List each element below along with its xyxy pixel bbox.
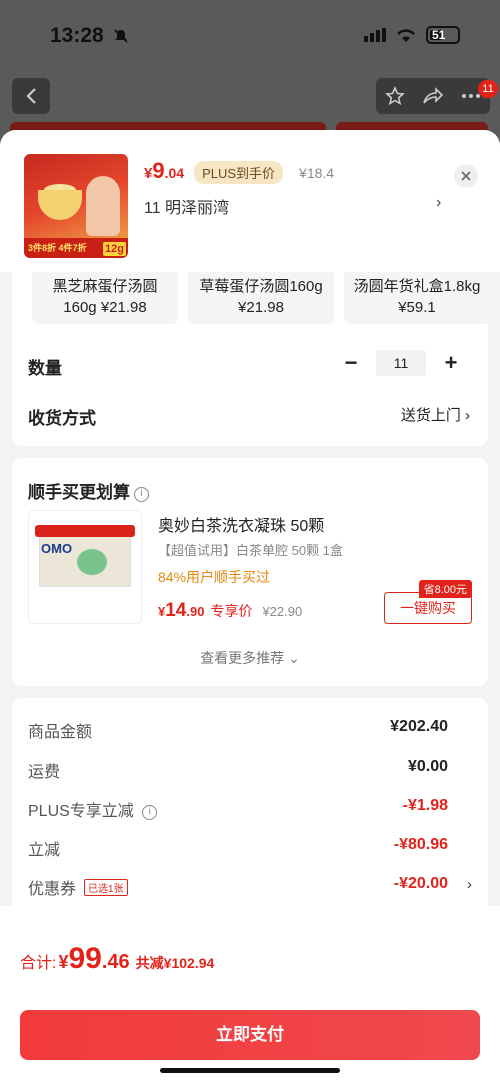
message-badge: 11 xyxy=(478,80,498,98)
pay-now-button[interactable]: 立即支付 xyxy=(20,1010,480,1060)
battery-icon: 51 xyxy=(426,26,460,44)
product-image-tag: 12g xyxy=(103,242,126,256)
increment-button[interactable]: + xyxy=(440,350,462,376)
product-price: ¥ 9 .04 PLUS到手价 ¥18.4 xyxy=(144,158,335,184)
chevron-left-icon xyxy=(26,88,36,104)
decrement-button[interactable]: − xyxy=(340,350,362,376)
status-time: 13:28 xyxy=(50,24,104,47)
original-price: ¥18.4 xyxy=(299,165,335,181)
summary-row: PLUS专享立减 i -¥1.98 xyxy=(28,797,448,820)
chevron-right-icon[interactable]: › xyxy=(467,876,472,893)
info-icon[interactable]: i xyxy=(142,805,158,820)
more-icon[interactable] xyxy=(461,93,481,99)
product-image: 3件8折 4件7折 12g xyxy=(24,154,128,258)
battery-level: 51 xyxy=(432,28,446,42)
coupon-row[interactable]: 优惠券 已选1张 -¥20.00 xyxy=(28,875,448,899)
delivery-label: 收货方式 xyxy=(28,409,96,428)
quantity-stepper: − 11 + xyxy=(340,350,462,376)
chevron-right-icon[interactable]: › xyxy=(436,194,441,212)
close-button[interactable] xyxy=(454,164,478,188)
summary-row: 运费 ¥0.00 xyxy=(28,758,448,781)
signal-icon xyxy=(364,28,386,42)
order-sheet: 3件8折 4件7折 12g ¥ 9 .04 PLUS到手价 ¥18.4 11 明… xyxy=(0,130,500,1083)
price-summary-card: 商品金额 ¥202.40 运费 ¥0.00 PLUS专享立减 i -¥1.98 … xyxy=(12,698,488,918)
back-button[interactable] xyxy=(12,78,50,114)
variant-option[interactable]: 草莓蛋仔汤圆160g ¥21.98 xyxy=(188,272,334,324)
product-header: 3件8折 4件7折 12g ¥ 9 .04 PLUS到手价 ¥18.4 11 明… xyxy=(0,130,500,272)
coupon-tag: 已选1张 xyxy=(84,879,128,896)
share-icon[interactable] xyxy=(422,87,444,105)
summary-row: 商品金额 ¥202.40 xyxy=(28,718,448,741)
recommend-product-name[interactable]: 奥妙白茶洗衣凝珠 50颗 xyxy=(158,512,324,536)
delivery-method[interactable]: 送货上门 › xyxy=(401,404,470,425)
spec-card: 黑芝麻蛋仔汤圆 160g ¥21.98 草莓蛋仔汤圆160g ¥21.98 汤圆… xyxy=(12,272,490,446)
total-savings: 共减¥102.94 xyxy=(135,955,215,971)
info-icon[interactable]: i xyxy=(134,487,149,502)
recommend-price: ¥ 14 .90 专享价 ¥22.90 xyxy=(158,600,303,621)
top-action-group xyxy=(376,78,490,114)
wifi-icon xyxy=(397,28,415,42)
plus-price-badge: PLUS到手价 xyxy=(194,161,284,184)
close-icon xyxy=(461,171,471,181)
summary-row: 立减 -¥80.96 xyxy=(28,836,448,859)
recommend-product-spec: 【超值试用】白茶单腔 50颗 1盒 xyxy=(158,543,343,558)
variant-option[interactable]: 汤圆年货礼盒1.8kg ¥59.1 xyxy=(344,272,490,324)
home-indicator xyxy=(160,1068,340,1073)
recommend-card: 顺手买更划算 i OMO 奥妙白茶洗衣凝珠 50颗 【超值试用】白茶单腔 50颗 … xyxy=(12,458,488,686)
order-total: 合计: ¥ 99 .46 共减¥102.94 xyxy=(20,942,215,975)
star-icon[interactable] xyxy=(384,86,405,106)
see-more-link[interactable]: 查看更多推荐 ⌄ xyxy=(12,648,488,668)
status-bar: 13:28 51 xyxy=(0,0,500,76)
status-icons: 51 xyxy=(364,26,460,44)
recommend-buyers-note: 84%用户顺手买过 xyxy=(158,569,271,585)
recommend-title: 顺手买更划算 i xyxy=(28,478,149,503)
checkout-footer: 合计: ¥ 99 .46 共减¥102.94 立即支付 xyxy=(0,906,500,1083)
savings-badge: 省8.00元 xyxy=(418,580,472,598)
recommend-product-image[interactable]: OMO xyxy=(28,510,142,624)
quantity-label: 数量 xyxy=(28,359,62,378)
quantity-address[interactable]: 11 明泽丽湾 xyxy=(144,194,229,218)
variant-option[interactable]: 黑芝麻蛋仔汤圆 160g ¥21.98 xyxy=(32,272,178,324)
mute-bell-icon xyxy=(114,29,128,43)
quantity-input[interactable]: 11 xyxy=(376,350,426,376)
